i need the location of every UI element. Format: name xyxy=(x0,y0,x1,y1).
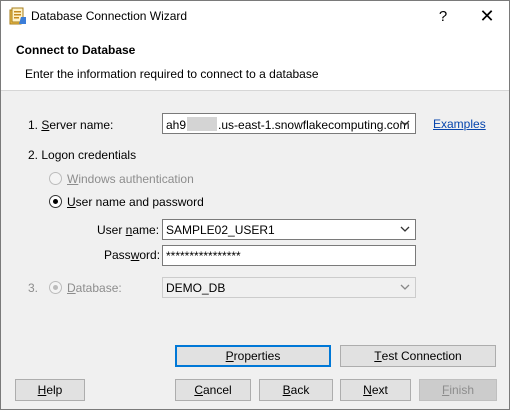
finish-access-key: F xyxy=(441,383,450,397)
windows-auth-rest: indows authentication xyxy=(78,172,194,186)
help-title-button[interactable]: ? xyxy=(421,1,465,31)
windows-auth-label: Windows authentication xyxy=(67,172,194,186)
test-connection-label: est Connection xyxy=(381,349,462,363)
chevron-down-icon[interactable] xyxy=(399,280,411,294)
server-value-prefix: ah9 xyxy=(166,118,187,132)
properties-label: roperties xyxy=(233,349,281,363)
database-label-access-key: D xyxy=(67,281,76,295)
username-password-label: User name and password xyxy=(67,195,204,209)
redacted-region xyxy=(187,117,218,131)
examples-link[interactable]: Examples xyxy=(433,117,486,131)
help-access-key: H xyxy=(37,383,47,397)
help-button[interactable]: Help xyxy=(15,379,85,401)
wizard-header: Connect to Database Enter the informatio… xyxy=(1,31,509,91)
logon-credentials-label: 2. Logon credentials xyxy=(28,148,137,162)
test-connection-button[interactable]: Test Connection xyxy=(340,345,496,367)
database-combo[interactable]: DEMO_DB xyxy=(162,277,416,298)
username-label-b: ame: xyxy=(132,223,160,237)
database-number-label: 3. xyxy=(28,281,39,295)
chevron-down-icon[interactable] xyxy=(399,116,411,130)
back-button[interactable]: Back xyxy=(259,379,333,401)
userpass-access-key: U xyxy=(67,195,76,209)
radio-selected-dot xyxy=(53,285,58,290)
username-password-radio[interactable] xyxy=(49,195,62,208)
help-label: elp xyxy=(46,383,63,397)
wizard-window: Database Connection Wizard ? ✕ Connect t… xyxy=(0,0,510,410)
chevron-down-icon[interactable] xyxy=(399,222,411,236)
next-label: ext xyxy=(371,383,388,397)
password-label-a: Pass xyxy=(104,248,131,262)
page-title: Connect to Database xyxy=(16,43,136,57)
properties-button[interactable]: Properties xyxy=(175,345,331,367)
server-name-label: 1. Server name: xyxy=(28,118,113,132)
server-name-combo[interactable]: ah9 .us-east-1.snowflakecomputing.com xyxy=(162,113,416,134)
page-subtitle: Enter the information required to connec… xyxy=(25,67,319,81)
password-label-b: ord: xyxy=(139,248,161,262)
cancel-button[interactable]: Cancel xyxy=(175,379,251,401)
server-label-rest: erver name: xyxy=(49,118,114,132)
close-button[interactable]: ✕ xyxy=(465,1,509,31)
finish-button[interactable]: Finish xyxy=(419,379,497,401)
userpass-rest: ser name and password xyxy=(75,195,204,209)
radio-selected-dot xyxy=(53,199,58,204)
windows-auth-radio[interactable] xyxy=(49,172,62,185)
back-access-key: B xyxy=(282,383,291,397)
password-field[interactable]: **************** xyxy=(162,245,416,266)
database-radio[interactable] xyxy=(49,281,62,294)
server-value-suffix: .us-east-1.snowflakecomputing.com xyxy=(218,118,410,132)
cancel-access-key: C xyxy=(194,383,203,397)
test-access-key: T xyxy=(374,349,382,363)
next-access-key: N xyxy=(363,383,372,397)
server-name-value: ah9 .us-east-1.snowflakecomputing.com xyxy=(166,117,410,132)
username-value: SAMPLE02_USER1 xyxy=(166,223,275,237)
username-label-a: User xyxy=(97,223,126,237)
windows-auth-access-key: W xyxy=(67,172,79,186)
window-title: Database Connection Wizard xyxy=(31,9,188,23)
title-bar[interactable]: Database Connection Wizard ? ✕ xyxy=(1,1,509,31)
password-value: **************** xyxy=(166,249,241,263)
properties-access-key: P xyxy=(225,349,234,363)
cancel-label: ancel xyxy=(202,383,232,397)
username-label: User name: xyxy=(97,223,159,237)
next-button[interactable]: Next xyxy=(340,379,411,401)
username-combo[interactable]: SAMPLE02_USER1 xyxy=(162,219,416,240)
server-label-prefix: 1. xyxy=(28,118,42,132)
finish-label: inish xyxy=(449,383,475,397)
database-label: Database: xyxy=(67,281,122,295)
password-label: Password: xyxy=(104,248,160,262)
database-wizard-icon xyxy=(9,7,26,25)
back-label: ack xyxy=(290,383,310,397)
database-value: DEMO_DB xyxy=(166,281,226,295)
database-label-rest: atabase: xyxy=(75,281,122,295)
